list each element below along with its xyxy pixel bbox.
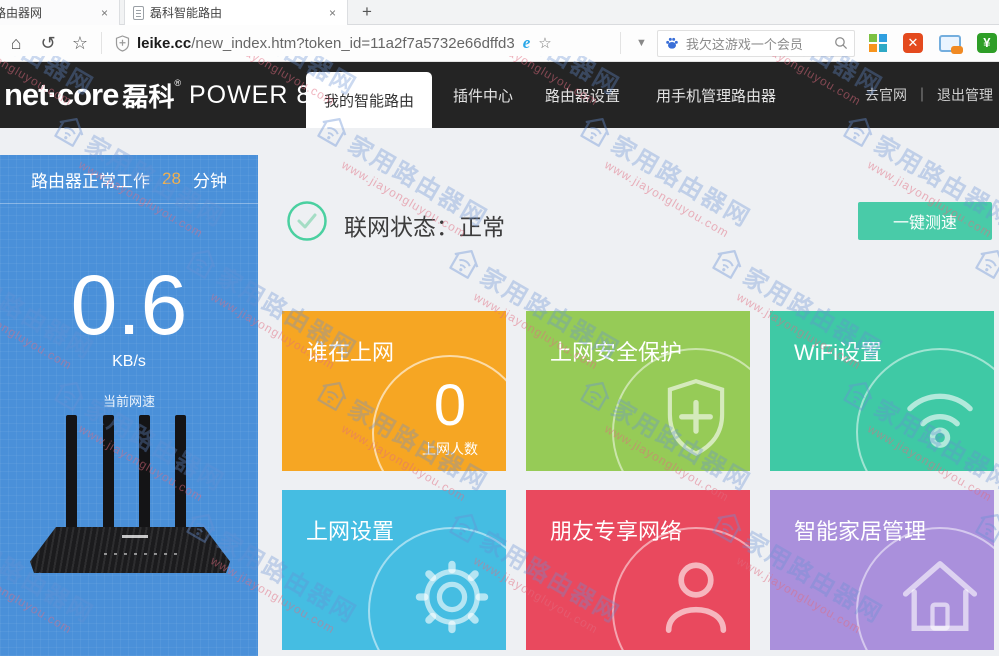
search-icon[interactable]: [834, 36, 848, 50]
uptime-prefix: 路由器正常工作: [31, 167, 150, 192]
current-speed-block: 0.6 KB/s 当前网速: [0, 263, 258, 410]
online-count-label: 上网人数: [374, 439, 506, 459]
speed-label: 当前网速: [0, 391, 258, 410]
logo-netcore-text: net·core: [4, 77, 118, 113]
search-input[interactable]: 我欠这游戏一个会员: [686, 34, 834, 53]
tab-close-icon[interactable]: ×: [98, 6, 111, 20]
url-text[interactable]: leike.cc/new_index.htm?token_id=11a2f7a5…: [137, 35, 515, 52]
check-circle-icon: [286, 200, 328, 242]
card-wifi-settings[interactable]: WiFi设置: [770, 311, 994, 471]
tab-title: 磊科智能路由: [150, 4, 222, 21]
nav-link-divider: ｜: [915, 85, 929, 105]
card-security-protection[interactable]: 上网安全保护: [526, 311, 750, 471]
url-host: leike.cc: [137, 35, 191, 52]
refresh-icon[interactable]: ↺: [32, 33, 64, 54]
person-icon: [655, 555, 737, 637]
netcore-logo: net·core 磊科 ® POWER 8L: [4, 62, 326, 128]
tools-icon[interactable]: ✕: [903, 33, 923, 53]
extension-icons: ✕ ¥: [869, 33, 997, 53]
connection-status-text: 联网状态：正常: [344, 208, 505, 242]
uptime-unit: 分钟: [193, 167, 227, 192]
toolbar-divider: [620, 32, 621, 54]
speed-value: 0.6: [0, 263, 258, 347]
gear-icon: [410, 555, 494, 639]
nav-tab-plugin-center[interactable]: 插件中心: [453, 62, 513, 128]
search-box[interactable]: 我欠这游戏一个会员: [657, 30, 855, 57]
page-icon: [133, 6, 144, 20]
speed-test-button[interactable]: 一键测速: [858, 202, 992, 240]
card-internet-settings[interactable]: 上网设置: [282, 490, 506, 650]
ie-icon[interactable]: e: [523, 33, 531, 53]
status-sidebar: 路由器正常工作 28 分钟 0.6 KB/s 当前网速: [0, 155, 258, 656]
browser-tab-2[interactable]: 磊科智能路由 ×: [124, 0, 348, 25]
url-path: /new_index.htm?token_id=11a2f7a5732e66df…: [191, 35, 514, 52]
chevron-down-icon[interactable]: ▼: [626, 37, 657, 49]
logout-link[interactable]: 退出管理: [937, 85, 993, 105]
router-device-image: [34, 415, 234, 575]
new-tab-button[interactable]: +: [356, 2, 378, 24]
nav-tab-manage-by-phone[interactable]: 用手机管理路由器: [656, 62, 776, 128]
nav-links: 去官网 ｜ 退出管理: [865, 62, 993, 128]
uptime-header: 路由器正常工作 28 分钟: [0, 155, 258, 204]
shield-plus-icon: [658, 376, 734, 460]
uptime-value: 28: [162, 169, 181, 189]
online-count: 0: [374, 377, 506, 435]
router-top-nav: net·core 磊科 ® POWER 8L 我的智能路由 插件中心 路由器设置…: [0, 62, 999, 128]
toolbar-divider: [101, 32, 102, 54]
official-site-link[interactable]: 去官网: [865, 85, 907, 105]
apps-grid-icon[interactable]: [869, 34, 887, 52]
card-title: 上网设置: [306, 514, 394, 546]
card-title: 谁在上网: [306, 335, 394, 367]
address-bar[interactable]: leike.cc/new_index.htm?token_id=11a2f7a5…: [107, 33, 615, 53]
browser-tab-1[interactable]: 路由器网 ×: [0, 0, 120, 25]
home-icon: [897, 555, 983, 635]
nav-tab-router-settings[interactable]: 路由器设置: [545, 62, 620, 128]
wifi-icon: [897, 376, 983, 452]
tab-close-icon[interactable]: ×: [326, 6, 339, 20]
main-content: 路由器正常工作 28 分钟 0.6 KB/s 当前网速 联网状态：正常 一键测速: [0, 128, 999, 656]
wallet-yuan-icon[interactable]: ¥: [977, 33, 997, 53]
card-friend-network[interactable]: 朋友专享网络: [526, 490, 750, 650]
favorite-star-icon[interactable]: ☆: [64, 33, 96, 54]
tab-title: 路由器网: [0, 4, 42, 21]
online-count-circle: 0 上网人数: [372, 355, 506, 471]
card-who-is-online[interactable]: 谁在上网 0 上网人数: [282, 311, 506, 471]
baidu-paw-icon: [664, 35, 680, 51]
speed-unit: KB/s: [0, 353, 258, 371]
site-shield-icon: [115, 35, 130, 52]
card-smart-home[interactable]: 智能家居管理: [770, 490, 994, 650]
logo-registered-mark: ®: [174, 78, 181, 88]
bookmark-star-icon[interactable]: ☆: [538, 34, 551, 52]
browser-toolbar: ⌂ ↺ ☆ leike.cc/new_index.htm?token_id=11…: [0, 25, 999, 62]
nav-tab-my-smart-router[interactable]: 我的智能路由: [306, 72, 432, 128]
browser-window: 路由器网 × 磊科智能路由 × + ⌂ ↺ ☆ leike.cc/new_ind…: [0, 0, 999, 656]
browser-tab-bar: 路由器网 × 磊科智能路由 × +: [0, 0, 999, 25]
game-monitor-icon[interactable]: [939, 35, 961, 52]
card-title: WiFi设置: [794, 335, 882, 367]
home-icon[interactable]: ⌂: [0, 33, 32, 54]
logo-cn-text: 磊科: [122, 77, 174, 114]
